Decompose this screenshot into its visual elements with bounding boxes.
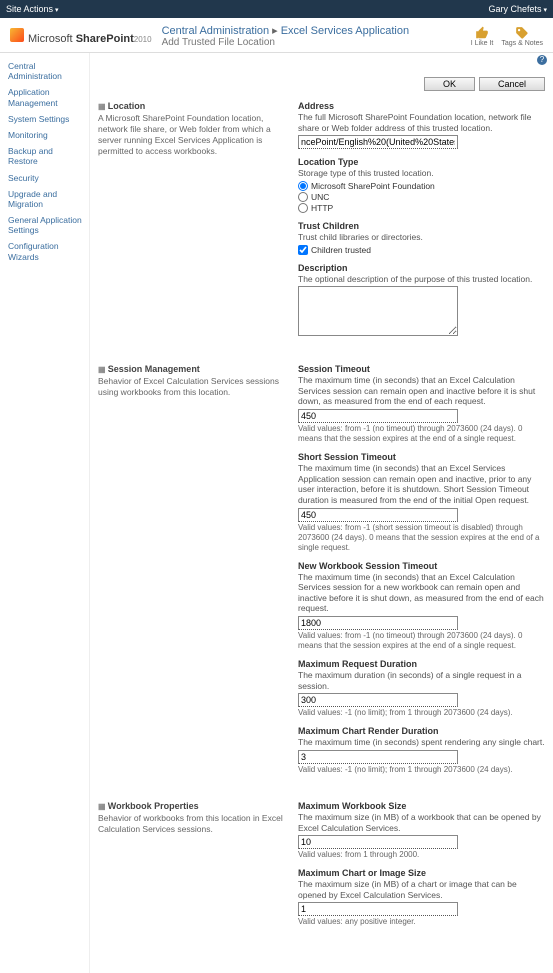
like-label: I Like It bbox=[471, 40, 494, 47]
loctype-opt: UNC bbox=[311, 192, 329, 202]
field-hint: The maximum time (in seconds) that an Ex… bbox=[298, 572, 545, 615]
field-label: Maximum Chart Render Duration bbox=[298, 726, 545, 736]
section-workbook-props: Workbook Properties Behavior of workbook… bbox=[98, 801, 545, 936]
children-trusted-checkbox[interactable] bbox=[298, 245, 308, 255]
loctype-http-radio[interactable] bbox=[298, 203, 308, 213]
page-title: Add Trusted File Location bbox=[162, 37, 410, 48]
field-hint: The maximum time (in seconds) spent rend… bbox=[298, 737, 545, 748]
section-session: Session Management Behavior of Excel Cal… bbox=[98, 364, 545, 783]
trust-label: Trust Children bbox=[298, 221, 545, 231]
field-label: Maximum Chart or Image Size bbox=[298, 868, 545, 878]
section-desc: A Microsoft SharePoint Foundation locati… bbox=[98, 113, 288, 157]
description-textarea[interactable] bbox=[298, 286, 458, 336]
field-label: Short Session Timeout bbox=[298, 452, 545, 462]
field-hint: The maximum size (in MB) of a workbook t… bbox=[298, 812, 545, 833]
section-heading: Workbook Properties bbox=[98, 801, 288, 811]
address-hint: The full Microsoft SharePoint Foundation… bbox=[298, 112, 545, 133]
header-actions: I Like It Tags & Notes bbox=[471, 26, 543, 47]
field-note: Valid values: from -1 (no timeout) throu… bbox=[298, 424, 545, 444]
breadcrumb-app[interactable]: Excel Services Application bbox=[281, 25, 409, 37]
max-chart-render-input[interactable] bbox=[298, 750, 458, 764]
site-actions-menu[interactable]: Site Actions bbox=[6, 4, 59, 14]
session-timeout-input[interactable] bbox=[298, 409, 458, 423]
thumb-icon bbox=[475, 26, 489, 40]
cancel-button[interactable]: Cancel bbox=[479, 77, 545, 91]
field-note: Valid values: -1 (no limit); from 1 thro… bbox=[298, 765, 545, 775]
loctype-opt: Microsoft SharePoint Foundation bbox=[311, 181, 435, 191]
like-button[interactable]: I Like It bbox=[471, 26, 494, 47]
logo-prefix: Microsoft bbox=[28, 33, 73, 45]
sharepoint-logo: Microsoft SharePoint2010 bbox=[10, 28, 152, 45]
sidebar-item[interactable]: Backup and Restore bbox=[8, 146, 85, 166]
short-session-input[interactable] bbox=[298, 508, 458, 522]
button-row: OK Cancel bbox=[98, 77, 545, 91]
address-label: Address bbox=[298, 101, 545, 111]
field-note: Valid values: from -1 (no timeout) throu… bbox=[298, 631, 545, 651]
loctype-spf-radio[interactable] bbox=[298, 181, 308, 191]
breadcrumb: Central Administration▸Excel Services Ap… bbox=[162, 24, 410, 37]
desc-hint: The optional description of the purpose … bbox=[298, 274, 545, 285]
loctype-unc-radio[interactable] bbox=[298, 192, 308, 202]
loctype-opt: HTTP bbox=[311, 203, 333, 213]
field-label: Maximum Workbook Size bbox=[298, 801, 545, 811]
section-desc: Behavior of workbooks from this location… bbox=[98, 813, 288, 835]
field-note: Valid values: from -1 (short session tim… bbox=[298, 523, 545, 553]
desc-label: Description bbox=[298, 263, 545, 273]
trust-check-label: Children trusted bbox=[311, 245, 371, 255]
new-wb-session-input[interactable] bbox=[298, 616, 458, 630]
user-menu[interactable]: Gary Chefets bbox=[489, 4, 548, 14]
section-heading: Session Management bbox=[98, 364, 288, 374]
logo-year: 2010 bbox=[134, 35, 152, 44]
sidebar-item[interactable]: General Application Settings bbox=[8, 215, 85, 235]
address-input[interactable] bbox=[298, 135, 458, 149]
field-note: Valid values: from 1 through 2000. bbox=[298, 850, 545, 860]
tags-label: Tags & Notes bbox=[501, 40, 543, 47]
field-label: Maximum Request Duration bbox=[298, 659, 545, 669]
sidebar: Central Administration Application Manag… bbox=[0, 53, 90, 973]
help-icon[interactable]: ? bbox=[537, 55, 547, 65]
sidebar-item[interactable]: Application Management bbox=[8, 87, 85, 107]
field-hint: The maximum size (in MB) of a chart or i… bbox=[298, 879, 545, 900]
section-location: Location A Microsoft SharePoint Foundati… bbox=[98, 101, 545, 346]
sidebar-item[interactable]: Central Administration bbox=[8, 61, 85, 81]
sidebar-item[interactable]: Security bbox=[8, 173, 85, 183]
sidebar-item[interactable]: System Settings bbox=[8, 114, 85, 124]
section-heading: Location bbox=[98, 101, 288, 111]
field-label: Session Timeout bbox=[298, 364, 545, 374]
main-content: ? OK Cancel Location A Microsoft SharePo… bbox=[90, 53, 553, 973]
sidebar-item[interactable]: Configuration Wizards bbox=[8, 241, 85, 261]
loctype-hint: Storage type of this trusted location. bbox=[298, 168, 545, 179]
field-hint: The maximum time (in seconds) that an Ex… bbox=[298, 375, 545, 407]
ok-button[interactable]: OK bbox=[424, 77, 475, 91]
logo-brand: SharePoint bbox=[76, 33, 134, 45]
max-chart-image-size-input[interactable] bbox=[298, 902, 458, 916]
section-desc: Behavior of Excel Calculation Services s… bbox=[98, 376, 288, 398]
sidebar-item[interactable]: Upgrade and Migration bbox=[8, 189, 85, 209]
sidebar-item[interactable]: Monitoring bbox=[8, 130, 85, 140]
field-label: New Workbook Session Timeout bbox=[298, 561, 545, 571]
tag-icon bbox=[515, 26, 529, 40]
field-note: Valid values: -1 (no limit); from 1 thro… bbox=[298, 708, 545, 718]
logo-icon bbox=[10, 28, 24, 42]
tags-button[interactable]: Tags & Notes bbox=[501, 26, 543, 47]
top-bar: Site Actions Gary Chefets bbox=[0, 0, 553, 18]
breadcrumb-root[interactable]: Central Administration bbox=[162, 25, 270, 37]
field-hint: The maximum duration (in seconds) of a s… bbox=[298, 670, 545, 691]
field-note: Valid values: any positive integer. bbox=[298, 917, 545, 927]
max-request-input[interactable] bbox=[298, 693, 458, 707]
max-workbook-size-input[interactable] bbox=[298, 835, 458, 849]
header: Microsoft SharePoint2010 Central Adminis… bbox=[0, 18, 553, 53]
title-block: Central Administration▸Excel Services Ap… bbox=[162, 24, 410, 48]
trust-hint: Trust child libraries or directories. bbox=[298, 232, 545, 243]
field-hint: The maximum time (in seconds) that an Ex… bbox=[298, 463, 545, 506]
loctype-label: Location Type bbox=[298, 157, 545, 167]
